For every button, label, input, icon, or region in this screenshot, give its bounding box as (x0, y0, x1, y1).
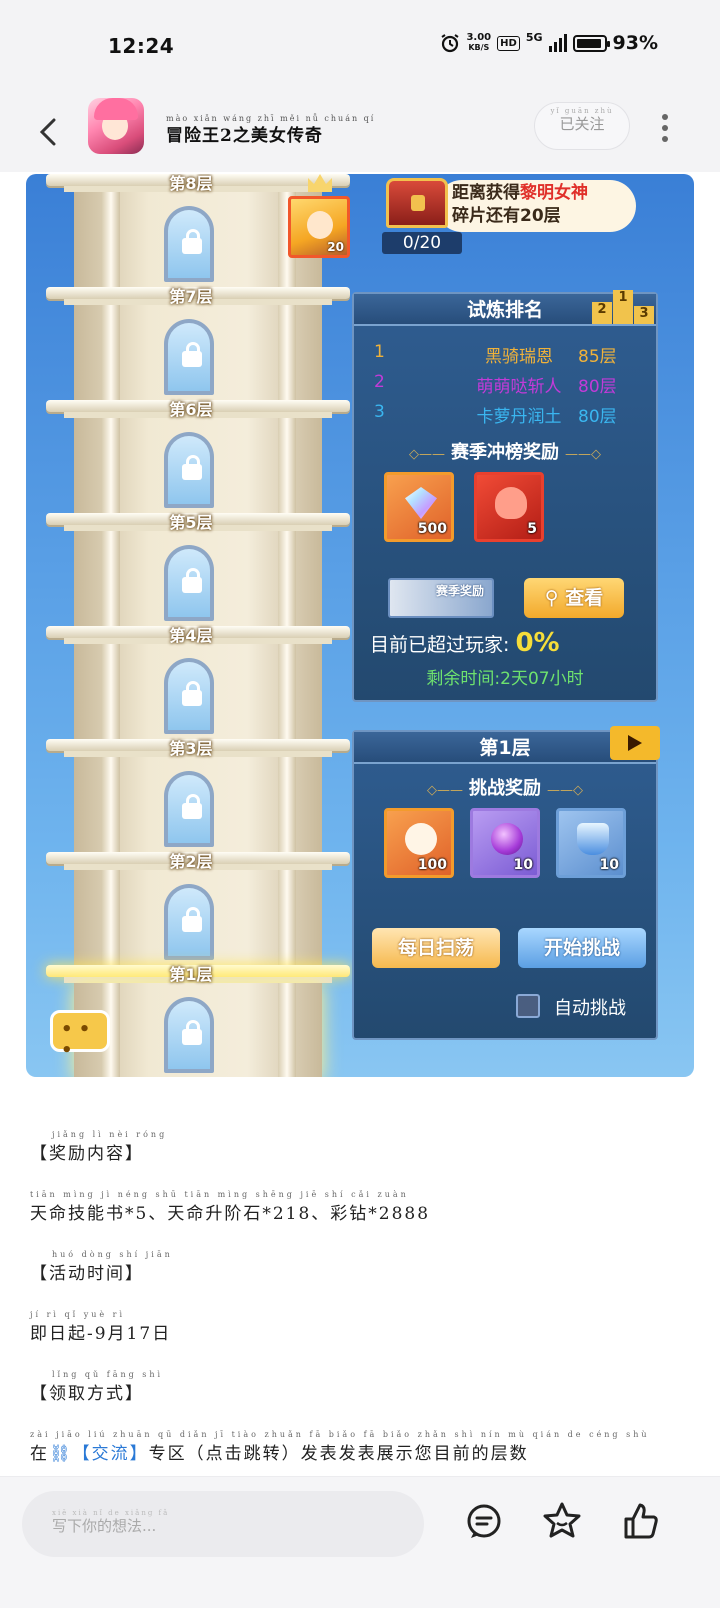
battery-icon (572, 34, 610, 52)
status-icons: 3.00 KB/S HD 5G 93% (440, 30, 658, 54)
auto-challenge-label: 自动挑战 (554, 998, 626, 1019)
search-icon: ⚲ (544, 587, 566, 609)
section-heading-claim: lǐng qǔ fāng shì 【领取方式】 (30, 1370, 164, 1404)
game-title[interactable]: mào xiǎn wáng zhī měi nǚ chuán qí 冒险王2之美… (166, 114, 375, 146)
comment-input[interactable]: xiě xià nǐ de xiǎng fǎ 写下你的想法... (22, 1491, 424, 1557)
hd-badge: HD (497, 35, 520, 51)
flame-essence-icon (495, 487, 527, 519)
lock-icon (182, 794, 202, 823)
treasure-chest-icon[interactable] (386, 178, 448, 228)
chat-bubble-icon[interactable] (50, 1010, 110, 1061)
like-thumb-icon[interactable] (618, 1499, 662, 1543)
status-bar: 12:24 3.00 KB/S HD 5G 93% (0, 0, 720, 92)
potion-item[interactable]: 10 (556, 808, 626, 878)
exchange-zone-link[interactable]: 【交流】 (73, 1444, 149, 1464)
tower-floor-5[interactable]: 第5层 (38, 513, 358, 629)
skull-flame-icon (405, 823, 437, 855)
bottom-action-bar: xiě xià nǐ de xiǎng fǎ 写下你的想法... (0, 1476, 720, 1608)
rank-row[interactable]: 3 卡萝丹润土 80层 (354, 398, 656, 428)
season-reward-items: 500 5 (354, 472, 656, 542)
signal-icon (548, 34, 567, 52)
follow-button[interactable]: yǐ guān zhù 已关注 (534, 102, 630, 150)
beat-players: 目前已超过玩家: 0% (370, 628, 560, 658)
potion-icon (577, 823, 609, 855)
tower-floor-3[interactable]: 第3层 (38, 739, 358, 855)
tower-floor-4[interactable]: 第4层 (38, 626, 358, 742)
lock-icon (182, 568, 202, 597)
lock-icon (182, 229, 202, 258)
trial-tower: 第8层 第7层 第6层 第5层 第4层 第3层 第2层 第1层 (38, 174, 358, 1077)
lock-icon (182, 1020, 202, 1049)
season-reward-button[interactable]: 赛季奖励 (388, 578, 494, 618)
reward-content: tiān mìng jì néng shū tiān mìng shēng ji… (30, 1190, 431, 1224)
auto-challenge-checkbox[interactable] (516, 994, 540, 1018)
network-speed: 3.00 KB/S (466, 32, 492, 53)
season-reward-title: 赛季冲榜奖励 (354, 438, 656, 464)
lock-icon (182, 455, 202, 484)
daily-sweep-button[interactable]: 每日扫荡 (372, 928, 500, 968)
rank-row[interactable]: 1 黑骑瑞恩 85层 (354, 338, 656, 368)
challenge-reward-title: 挑战奖励 (354, 774, 656, 800)
section-heading-reward: jiǎng lì nèi róng 【奖励内容】 (30, 1130, 168, 1164)
diamond-item[interactable]: 500 (384, 472, 454, 542)
lock-icon (182, 681, 202, 710)
podium-icon: 2 1 3 (592, 288, 654, 324)
game-screenshot[interactable]: 第8层 第7层 第6层 第5层 第4层 第3层 第2层 第1层 20 距离获得黎… (26, 174, 694, 1077)
claim-method: zài jiāo liú zhuān qū diǎn jī tiào zhuǎn… (30, 1430, 650, 1464)
challenge-panel: 第1层 挑战奖励 100 10 10 每日扫荡 开始挑战 自动挑战 (352, 726, 660, 1040)
remaining-time: 剩余时间:2天07小时 (426, 669, 584, 689)
post-header: mào xiǎn wáng zhī měi nǚ chuán qí 冒险王2之美… (0, 92, 720, 172)
door-locked (164, 206, 214, 282)
alarm-icon (441, 34, 460, 53)
back-arrow-icon[interactable] (34, 112, 64, 152)
rank-row[interactable]: 2 萌萌哒斩人 80层 (354, 368, 656, 398)
hero-portrait[interactable]: 20 (288, 196, 350, 258)
goal-banner: 距离获得黎明女神 碎片还有20层 (436, 180, 636, 232)
game-app-icon[interactable] (88, 98, 144, 154)
goal-progress: 0/20 (382, 232, 462, 254)
section-heading-time: huó dòng shí jiān 【活动时间】 (30, 1250, 173, 1284)
start-challenge-button[interactable]: 开始挑战 (518, 928, 646, 968)
challenge-reward-items: 100 10 10 (354, 808, 656, 878)
view-button[interactable]: ⚲ 查看 (524, 578, 624, 618)
battery-percent: 93% (612, 32, 658, 54)
favorite-star-icon[interactable] (540, 1499, 584, 1543)
comment-icon[interactable] (462, 1499, 506, 1543)
ranking-panel: 试炼排名 2 1 3 1 黑骑瑞恩 85层 2 萌萌哒斩人 80层 3 卡萝丹润土 80层 … (352, 290, 658, 702)
skull-flame-item[interactable]: 100 (384, 808, 454, 878)
purple-orb-item[interactable]: 10 (470, 808, 540, 878)
more-options-icon[interactable] (662, 114, 670, 142)
tower-floor-7[interactable]: 第7层 (38, 287, 358, 403)
purple-orb-icon (491, 823, 523, 855)
video-replay-icon[interactable] (610, 726, 660, 760)
lock-icon (182, 342, 202, 371)
event-time: jí rì qǐ yuè rì 即日起-9月17日 (30, 1310, 172, 1344)
status-time: 12:24 (108, 34, 175, 58)
diamond-icon (405, 487, 437, 519)
tower-floor-2[interactable]: 第2层 (38, 852, 358, 968)
tower-floor-6[interactable]: 第6层 (38, 400, 358, 516)
flame-essence-item[interactable]: 5 (474, 472, 544, 542)
link-icon: ⛓ (49, 1444, 73, 1464)
network-type: 5G (525, 30, 543, 44)
lock-icon (182, 907, 202, 936)
